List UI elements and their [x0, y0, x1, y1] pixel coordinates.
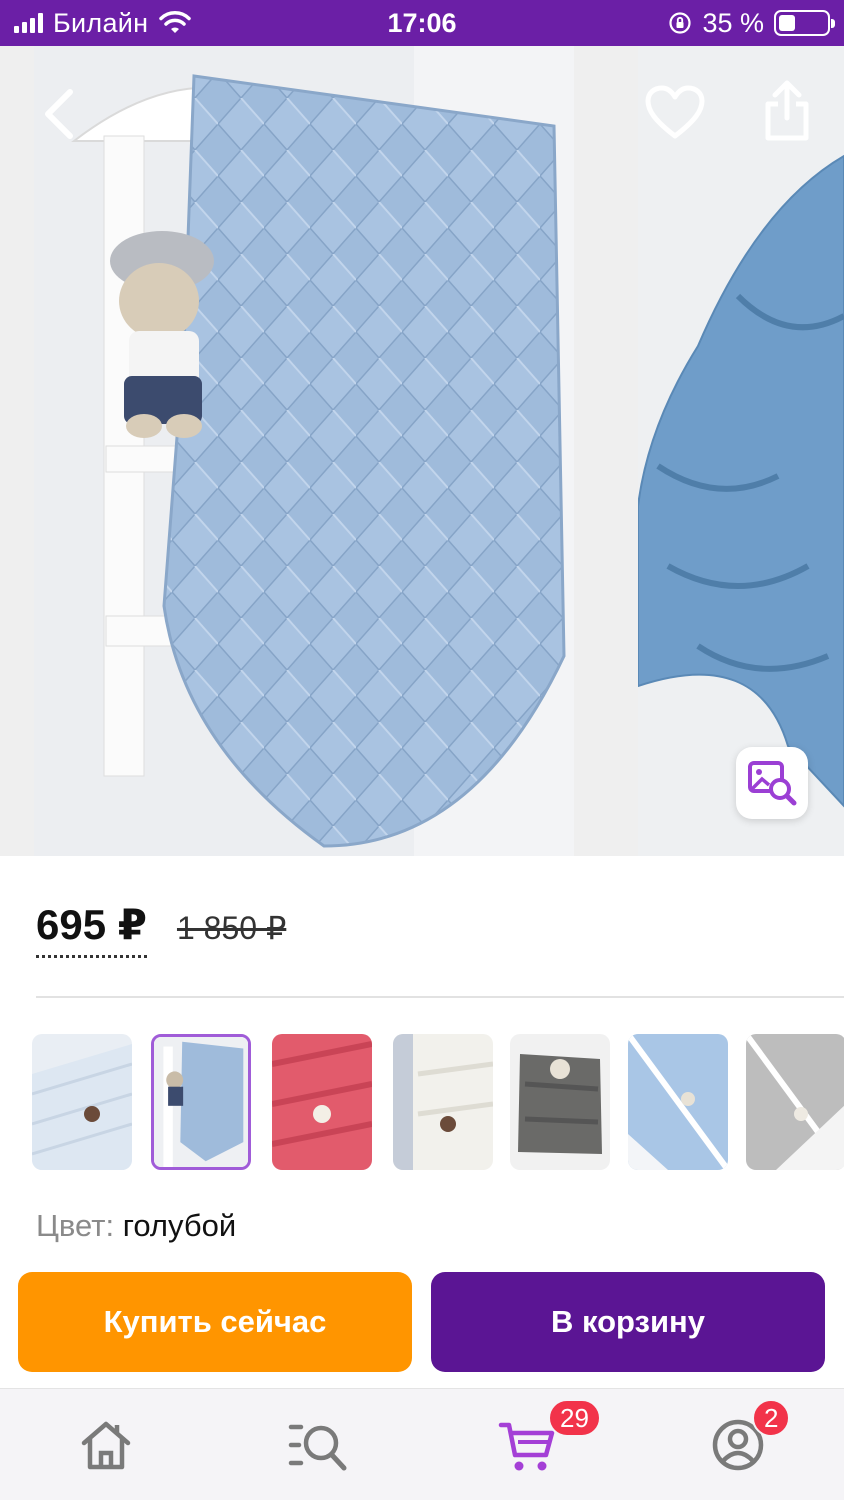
tab-home[interactable] [76, 1415, 136, 1475]
battery-percent: 35 % [702, 7, 764, 38]
favorite-heart-icon[interactable] [644, 84, 706, 142]
color-label: Цвет: [36, 1208, 115, 1243]
price-row: 695 ₽ 1 850 ₽ [36, 900, 286, 958]
share-icon[interactable] [758, 78, 816, 144]
profile-badge: 2 [752, 1399, 791, 1437]
price-old: 1 850 ₽ [176, 910, 287, 946]
tab-catalog[interactable] [288, 1415, 348, 1475]
home-icon [81, 1421, 131, 1470]
color-info: Цвет: голубой [36, 1208, 236, 1244]
action-buttons: Купить сейчас В корзину [0, 1272, 844, 1388]
battery-fill [779, 15, 796, 31]
thumbnail-4[interactable] [393, 1034, 493, 1170]
gallery-controls [0, 46, 844, 186]
back-button[interactable] [30, 84, 86, 144]
thumbnail-6[interactable] [628, 1034, 728, 1170]
thumbnail-3[interactable] [272, 1034, 372, 1170]
search-catalog-icon [288, 1424, 347, 1471]
divider [36, 996, 844, 998]
bottom-tab-bar: 29 2 [0, 1388, 844, 1500]
add-to-cart-button[interactable]: В корзину [431, 1272, 825, 1372]
chevron-left-icon [45, 89, 73, 139]
battery-icon [774, 10, 835, 36]
buy-now-button[interactable]: Купить сейчас [18, 1272, 412, 1372]
visual-search-button[interactable] [736, 747, 808, 819]
thumbnail-5[interactable] [510, 1034, 610, 1170]
orientation-lock-icon [669, 12, 692, 34]
color-value: голубой [122, 1208, 237, 1243]
thumbnail-2[interactable] [151, 1034, 251, 1170]
cart-badge: 29 [548, 1399, 601, 1437]
price-current[interactable]: 695 ₽ [36, 900, 147, 958]
thumbnail-strip[interactable] [32, 1034, 844, 1170]
status-right: 35 % [668, 7, 835, 38]
image-search-icon [748, 761, 797, 806]
thumbnail-1[interactable] [32, 1034, 132, 1170]
thumbnail-7[interactable] [746, 1034, 844, 1170]
status-bar: Билайн 17:06 35 % [0, 0, 844, 46]
